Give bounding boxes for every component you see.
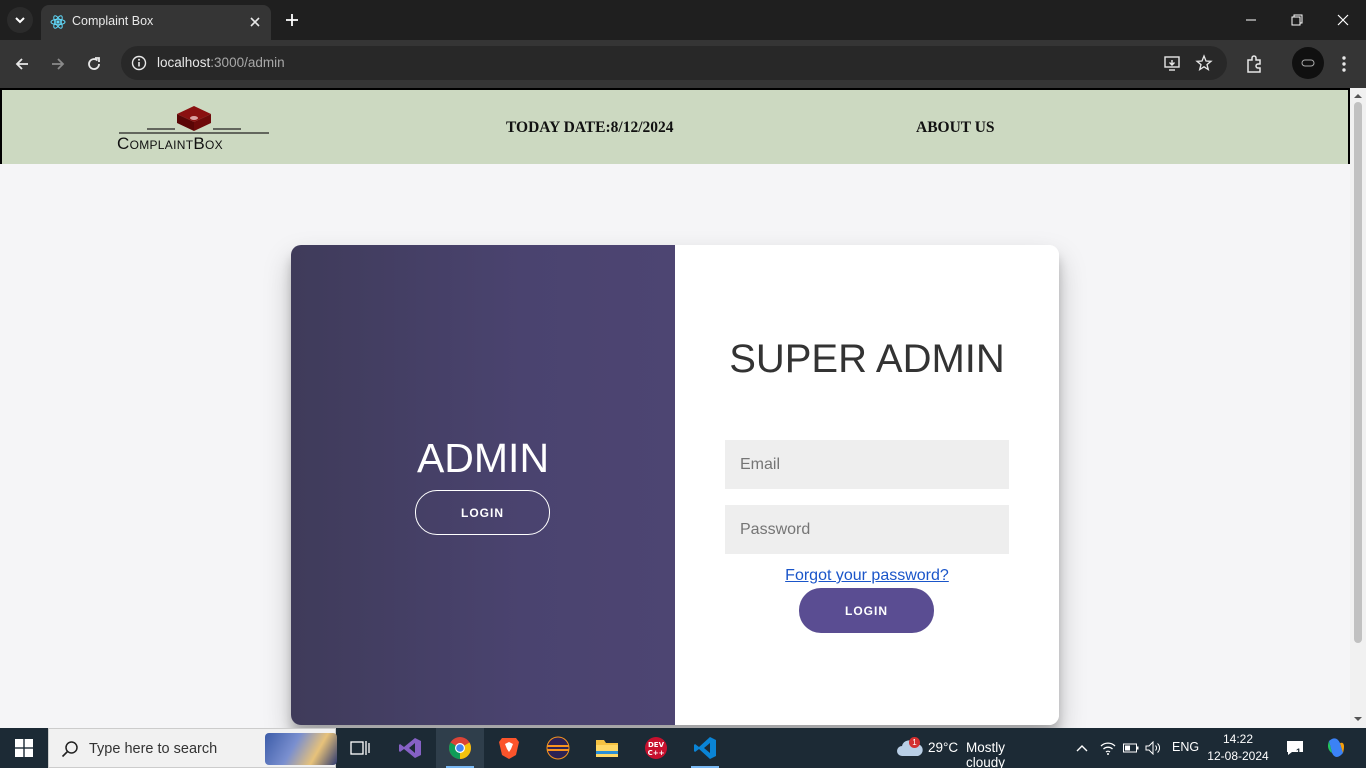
svg-text:DEV: DEV (648, 741, 665, 749)
super-admin-panel: SUPER ADMIN Email Password Forgot your p… (675, 245, 1059, 725)
forgot-password-link: Forgot your password? (675, 567, 1059, 585)
profile-avatar[interactable] (1292, 47, 1324, 79)
login-card: ADMIN LOGIN SUPER ADMIN Email Password F… (291, 245, 1059, 725)
password-field[interactable]: Password (725, 505, 1009, 554)
admin-login-button[interactable]: LOGIN (415, 490, 550, 535)
react-icon (50, 15, 66, 29)
taskbar-chrome[interactable] (436, 728, 484, 768)
install-app-icon[interactable] (1163, 54, 1181, 72)
extensions-button[interactable] (1242, 52, 1266, 76)
weather-badge: 1 (909, 737, 920, 748)
weather-widget[interactable]: 1 29°C Mostly cloudy (890, 728, 1040, 768)
browser-tabstrip: Complaint Box (0, 0, 1366, 40)
clock-date: 12-08-2024 (1207, 749, 1269, 763)
reload-button[interactable] (82, 52, 106, 76)
task-view-button[interactable] (336, 728, 384, 768)
notification-count: 1 (1296, 747, 1302, 757)
super-admin-login-button[interactable]: LOGIN (799, 588, 934, 633)
admin-title: ADMIN (416, 435, 550, 481)
windows-icon (15, 739, 33, 757)
more-vertical-icon (1342, 56, 1346, 72)
back-button[interactable] (10, 52, 34, 76)
browser-menu-button[interactable] (1332, 52, 1356, 76)
taskbar-search[interactable]: Type here to search (48, 728, 337, 768)
volume-icon[interactable] (1145, 741, 1161, 755)
browser-tab-active[interactable]: Complaint Box (41, 5, 271, 40)
clock-time: 14:22 (1222, 732, 1254, 746)
address-bar[interactable]: localhost:3000/admin (121, 46, 1227, 80)
admin-panel: ADMIN LOGIN (291, 245, 675, 725)
wifi-icon[interactable] (1100, 741, 1116, 755)
site-header: ComplaintBox TODAY DATE:8/12/2024 ABOUT … (0, 88, 1350, 164)
chrome-icon (449, 737, 471, 759)
arrow-left-icon (15, 58, 28, 70)
windows-taskbar: Type here to search DEV C++ 1 29°C Mostly… (0, 728, 1366, 768)
start-button[interactable] (0, 728, 48, 768)
brave-icon (499, 738, 519, 759)
visual-studio-icon (399, 738, 421, 758)
tab-search-button[interactable] (7, 7, 33, 33)
page-viewport: ComplaintBox TODAY DATE:8/12/2024 ABOUT … (0, 88, 1350, 728)
language-indicator[interactable]: ENG (1172, 740, 1199, 754)
logo-text: ComplaintBox (117, 134, 223, 153)
taskbar-eclipse[interactable] (534, 728, 582, 768)
notification-icon (1287, 741, 1303, 755)
chevron-down-icon (15, 17, 25, 24)
taskbar-dev-cpp[interactable]: DEV C++ (632, 728, 680, 768)
dev-cpp-icon: DEVC++ (645, 737, 667, 759)
scroll-up-icon[interactable] (1354, 92, 1362, 100)
copilot-button[interactable] (1316, 728, 1356, 768)
minimize-button[interactable] (1228, 0, 1274, 40)
tab-title: Complaint Box (72, 14, 154, 28)
avatar-icon (1301, 59, 1315, 67)
star-icon[interactable] (1195, 54, 1213, 72)
folder-icon (596, 740, 618, 757)
copilot-icon (1328, 738, 1344, 757)
chevron-up-icon[interactable] (1076, 744, 1088, 752)
taskbar-vscode[interactable] (681, 728, 729, 768)
restore-button[interactable] (1274, 0, 1320, 40)
weather-temp: 29°C (928, 740, 959, 755)
box-logo-icon (119, 106, 269, 134)
search-icon (61, 741, 78, 758)
minimize-icon (1246, 19, 1256, 21)
info-icon (131, 55, 147, 71)
system-clock[interactable]: 14:22 12-08-2024 (1200, 731, 1276, 765)
scroll-down-icon[interactable] (1354, 715, 1362, 723)
arrow-right-icon (52, 58, 65, 70)
close-window-button[interactable] (1320, 0, 1366, 40)
taskbar-visual-studio[interactable] (386, 728, 434, 768)
url-text: localhost:3000/admin (157, 55, 285, 70)
page-scrollbar[interactable] (1350, 88, 1366, 728)
close-icon (1337, 14, 1349, 26)
task-view-icon (350, 741, 370, 755)
forgot-password-text[interactable]: Forgot your password? (785, 567, 949, 584)
site-logo[interactable]: ComplaintBox (117, 105, 272, 153)
new-tab-icon[interactable] (282, 10, 302, 30)
restore-icon (1291, 14, 1303, 26)
taskbar-file-explorer[interactable] (583, 728, 631, 768)
battery-icon[interactable] (1123, 743, 1139, 753)
eclipse-icon (546, 736, 570, 760)
search-placeholder: Type here to search (89, 741, 218, 757)
puzzle-icon (1247, 55, 1261, 73)
taskbar-brave[interactable] (485, 728, 533, 768)
weather-desc: Mostly cloudy (966, 740, 1006, 768)
search-highlight-image (265, 733, 337, 765)
close-icon[interactable] (247, 14, 263, 30)
today-date: TODAY DATE:8/12/2024 (506, 119, 674, 136)
vscode-icon (694, 737, 716, 759)
forward-button[interactable] (46, 52, 70, 76)
scroll-thumb[interactable] (1354, 102, 1362, 643)
email-field[interactable]: Email (725, 440, 1009, 489)
super-admin-title: SUPER ADMIN (729, 337, 1005, 381)
reload-icon (88, 57, 100, 70)
notification-center[interactable]: 1 (1282, 728, 1308, 768)
svg-text:C++: C++ (648, 749, 665, 757)
nav-about-us[interactable]: ABOUT US (916, 119, 995, 137)
site-info-button[interactable] (127, 51, 151, 75)
browser-toolbar: localhost:3000/admin (0, 40, 1366, 88)
